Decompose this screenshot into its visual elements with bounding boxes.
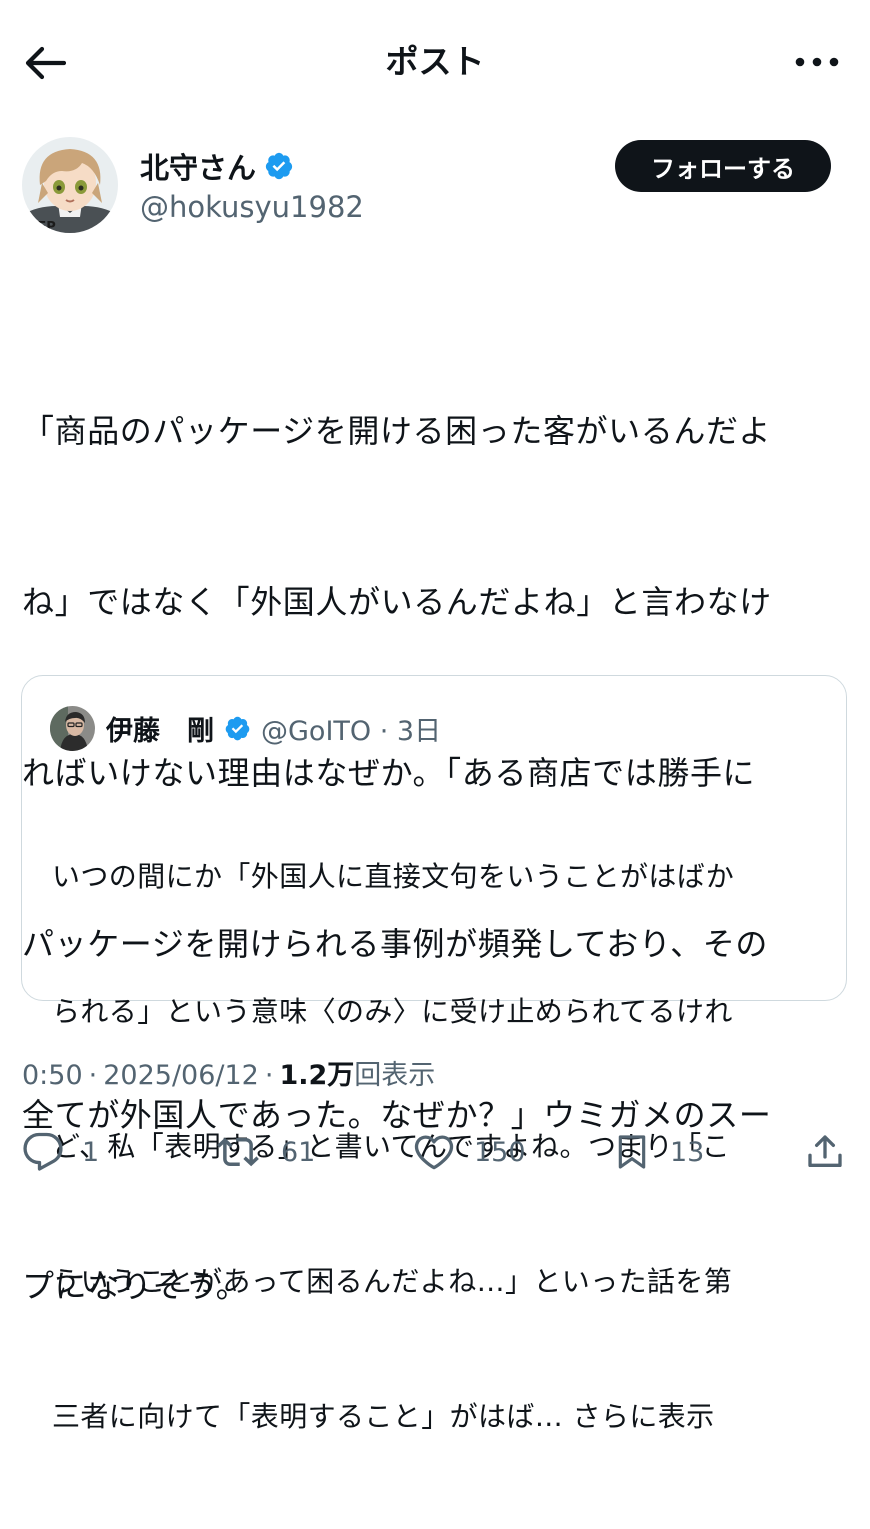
quoted-author-handle: @GoITO (261, 715, 372, 747)
author-name[interactable]: 北守さん (140, 145, 256, 187)
like-button[interactable]: 150 (412, 1128, 526, 1176)
meta-separator: · (88, 1060, 98, 1091)
post-date[interactable]: 2025/06/12 (103, 1056, 259, 1096)
quoted-avatar-photo (50, 706, 95, 751)
quoted-author-avatar (50, 706, 95, 751)
quoted-text-line: 三者に向けて「表明すること」がはば… さらに表示 (52, 1394, 832, 1439)
bookmark-icon (618, 1135, 646, 1169)
bookmark-count: 13 (670, 1136, 705, 1168)
repost-icon (217, 1137, 259, 1167)
repost-button[interactable]: 61 (213, 1128, 315, 1176)
more-icon (795, 57, 839, 67)
more-options-button[interactable] (792, 42, 842, 82)
share-button[interactable] (805, 1128, 845, 1176)
quoted-text-line: られる」という意味〈のみ〉に受け止められてるけれ (52, 995, 733, 1028)
reply-icon (23, 1132, 63, 1171)
post-time[interactable]: 0:50 (22, 1056, 83, 1096)
view-count: 1.2万回表示 (279, 1056, 435, 1096)
post-text-line: 「商品のパッケージを開ける困った客がいるんだよ (22, 412, 772, 450)
quoted-post-meta: @GoITO · 3日 (261, 715, 442, 747)
verified-badge-icon (265, 152, 293, 180)
quoted-text-line: ういうことがあって困るんだよね…」といった話を第 (52, 1265, 733, 1298)
post-meta: 0:50 · 2025/06/12 · 1.2万回表示 (22, 1056, 435, 1096)
repost-count: 61 (281, 1136, 316, 1168)
heart-icon (414, 1135, 454, 1170)
view-count-number: 1.2万 (279, 1060, 355, 1091)
author-handle[interactable]: @hokusyu1982 (140, 188, 364, 226)
quoted-author-name: 伊藤 剛 (106, 715, 214, 747)
bookmark-button[interactable]: 13 (612, 1128, 704, 1176)
quoted-post-card[interactable]: 伊藤 剛 @GoITO · 3日 いつの間にか「外国人に直接文句をいうことがはば… (21, 675, 847, 1433)
quoted-text-line: いつの間にか「外国人に直接文句をいうことがはばか (52, 860, 735, 893)
share-icon (808, 1135, 842, 1167)
view-count-label: 回表示 (354, 1060, 436, 1091)
avatar-illustration: YFP (22, 137, 118, 233)
author-avatar[interactable]: YFP (22, 137, 118, 233)
meta-separator: · (264, 1060, 274, 1091)
reply-count: 1 (82, 1136, 100, 1168)
verified-badge-icon (225, 716, 250, 740)
svg-text:YFP: YFP (27, 220, 56, 233)
like-count: 150 (474, 1136, 526, 1168)
follow-button[interactable]: フォローする (615, 140, 831, 192)
author-name-row: 北守さん (140, 146, 294, 186)
show-more-link[interactable]: さらに表示 (573, 1400, 715, 1433)
page-title: ポスト (385, 42, 485, 81)
quoted-post-time: 3日 (396, 715, 442, 747)
post-text-line: ね」ではなく「外国人がいるんだよね」と言わなけ (22, 583, 772, 621)
quoted-post-header: 伊藤 剛 @GoITO · 3日 (106, 708, 441, 748)
reply-button[interactable]: 1 (22, 1128, 99, 1176)
quoted-text-line-end: 三者に向けて「表明すること」がはば… (52, 1400, 564, 1433)
